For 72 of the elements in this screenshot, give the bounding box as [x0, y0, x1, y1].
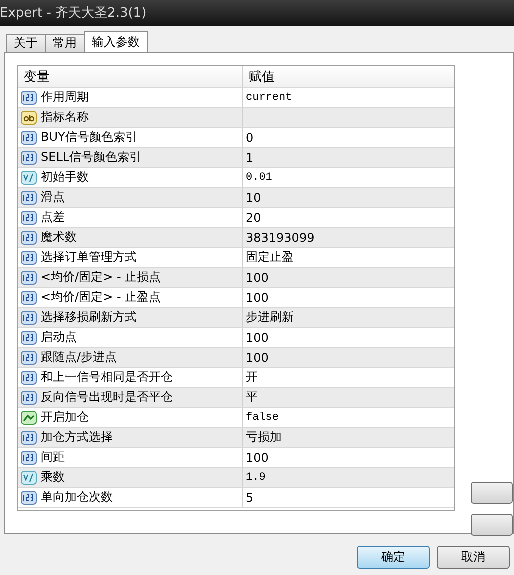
parameter-name: 乘数	[41, 469, 65, 486]
parameter-value[interactable]: 开	[246, 369, 258, 386]
parameter-name: 选择订单管理方式	[41, 249, 137, 266]
integer-type-icon	[21, 430, 37, 444]
integer-type-icon	[21, 90, 37, 104]
parameter-name: <均价/固定> - 止盈点	[41, 289, 162, 306]
integer-type-icon	[21, 150, 37, 164]
parameter-name: 选择移损刷新方式	[41, 309, 137, 326]
parameter-name: 点差	[41, 209, 65, 226]
parameter-name: 初始手数	[41, 169, 89, 186]
parameter-value[interactable]: 0	[246, 130, 254, 144]
column-header: 赋值	[248, 68, 276, 86]
parameter-name: 滑点	[41, 189, 65, 206]
parameter-value[interactable]: 固定止盈	[246, 249, 294, 266]
parameter-name: 魔术数	[41, 229, 77, 246]
tab[interactable]: 常用	[45, 34, 85, 52]
parameter-name: 作用周期	[41, 89, 89, 106]
double-type-icon	[21, 170, 37, 184]
integer-type-icon	[21, 330, 37, 344]
parameter-name: 启动点	[41, 329, 77, 346]
double-type-icon	[21, 470, 37, 484]
parameter-name: 跟随点/步进点	[41, 349, 118, 366]
parameter-value[interactable]: false	[246, 412, 280, 424]
parameter-value[interactable]: 平	[246, 389, 258, 406]
parameter-name: SELL信号颜色索引	[41, 149, 142, 166]
integer-type-icon	[21, 130, 37, 144]
integer-type-icon	[21, 490, 37, 504]
parameter-value[interactable]: 100	[246, 290, 269, 304]
integer-type-icon	[21, 210, 37, 224]
button[interactable]	[471, 482, 513, 504]
integer-type-icon	[21, 370, 37, 384]
boolean-type-icon	[21, 410, 37, 424]
parameter-value[interactable]: 步进刷新	[246, 309, 294, 326]
parameter-value[interactable]: 383193099	[246, 230, 315, 244]
parameter-value[interactable]: 1.9	[246, 472, 266, 484]
parameter-value[interactable]: 100	[246, 350, 269, 364]
integer-type-icon	[21, 250, 37, 264]
parameter-value[interactable]: 20	[246, 210, 262, 224]
parameter-value[interactable]: 亏损加	[246, 429, 282, 446]
parameter-name: 加仓方式选择	[41, 429, 113, 446]
parameter-name: 单向加仓次数	[41, 489, 113, 506]
integer-type-icon	[21, 230, 37, 244]
dialog-button[interactable]: 取消	[437, 546, 510, 569]
integer-type-icon	[21, 450, 37, 464]
parameter-value[interactable]: 5	[246, 490, 254, 504]
tab[interactable]: 关于	[6, 34, 46, 52]
parameter-name: BUY信号颜色索引	[41, 129, 138, 146]
integer-type-icon	[21, 190, 37, 204]
parameter-name: 间距	[41, 449, 65, 466]
string-type-icon	[21, 110, 37, 124]
parameter-value[interactable]: current	[246, 92, 292, 104]
parameter-value[interactable]: 100	[246, 330, 269, 344]
parameter-name: 反向信号出现时是否平仓	[41, 389, 173, 406]
parameter-value[interactable]: 10	[246, 190, 262, 204]
parameter-value[interactable]: 1	[246, 150, 254, 164]
integer-type-icon	[21, 350, 37, 364]
parameter-name: 开启加仓	[41, 409, 89, 426]
integer-type-icon	[21, 290, 37, 304]
window-title: Expert - 齐天大圣2.3(1)	[0, 5, 147, 22]
integer-type-icon	[21, 390, 37, 404]
parameter-value[interactable]: 0.01	[246, 172, 272, 184]
parameter-value[interactable]: 100	[246, 270, 269, 284]
parameter-name: 指标名称	[41, 109, 89, 126]
integer-type-icon	[21, 310, 37, 324]
parameter-name: <均价/固定> - 止损点	[41, 269, 162, 286]
button[interactable]	[471, 514, 513, 536]
parameter-value[interactable]: 100	[246, 450, 269, 464]
integer-type-icon	[21, 270, 37, 284]
parameter-name: 和上一信号相同是否开仓	[41, 369, 173, 386]
column-header: 变量	[18, 66, 243, 87]
tab[interactable]: 输入参数	[84, 31, 148, 52]
dialog-button[interactable]: 确定	[357, 546, 430, 569]
